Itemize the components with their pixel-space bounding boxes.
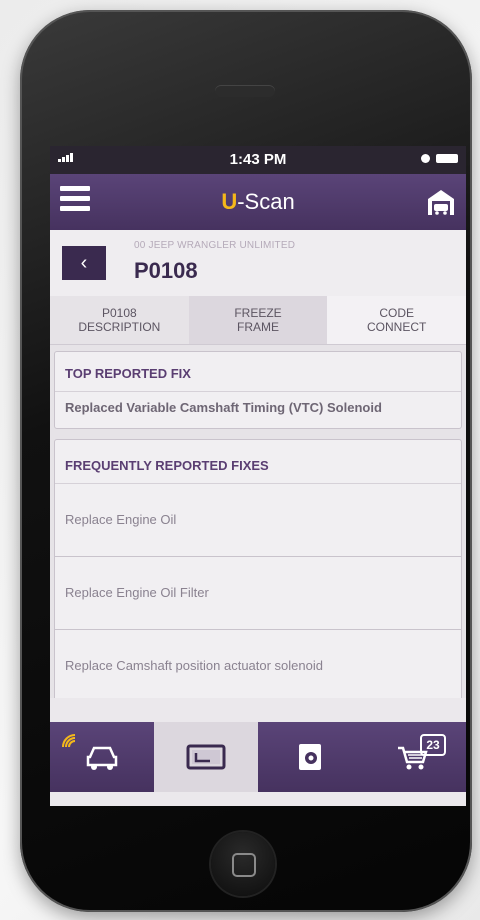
- speaker-grille: [215, 85, 275, 97]
- tab-bar: P0108 DESCRIPTION FREEZE FRAME CODE CONN…: [50, 296, 466, 345]
- phone-frame: 1:43 PM U-Scan ‹ 00 JEEP WRANGLER UNLIMI…: [20, 10, 472, 912]
- wireless-icon: [62, 734, 76, 748]
- app-title: U-Scan: [221, 189, 295, 214]
- frequent-fixes-title: FREQUENTLY REPORTED FIXES: [55, 440, 461, 484]
- vehicle-name: 00 JEEP WRANGLER UNLIMITED: [134, 240, 296, 251]
- nav-cart[interactable]: 23: [362, 722, 466, 792]
- screen: 1:43 PM U-Scan ‹ 00 JEEP WRANGLER UNLIMI…: [50, 146, 466, 806]
- top-fix-text: Replaced Variable Camshaft Timing (VTC) …: [65, 400, 382, 415]
- status-time: 1:43 PM: [229, 151, 287, 168]
- frequent-fixes-card: FREQUENTLY REPORTED FIXES Replace Engine…: [54, 439, 462, 698]
- top-fix-title: TOP REPORTED FIX: [55, 352, 461, 392]
- tab-freeze-frame[interactable]: FREEZE FRAME: [188, 296, 328, 344]
- location-icon: [421, 154, 430, 163]
- chevron-left-icon: ‹: [80, 252, 88, 274]
- nav-vehicle[interactable]: [50, 722, 154, 792]
- status-bar: 1:43 PM: [50, 146, 466, 174]
- nav-report[interactable]: [258, 722, 362, 792]
- trouble-code: P0108: [134, 258, 198, 283]
- app-bar: U-Scan: [50, 174, 466, 230]
- bottom-nav: 23: [50, 722, 466, 792]
- car-connect-icon: [86, 746, 118, 770]
- nav-scan-tool[interactable]: [154, 722, 258, 792]
- top-fix-card: TOP REPORTED FIX Replaced Variable Camsh…: [54, 351, 462, 429]
- main-content: ‹ 00 JEEP WRANGLER UNLIMITED P0108 P0108…: [50, 230, 466, 698]
- cart-count-badge: 23: [420, 734, 446, 756]
- report-icon: [299, 744, 321, 770]
- battery-icon: [436, 154, 458, 163]
- list-item[interactable]: Replace Engine Oil Filter: [55, 557, 461, 630]
- tab-code-connect[interactable]: CODE CONNECT: [327, 296, 466, 344]
- garage-icon[interactable]: [426, 187, 456, 217]
- home-button[interactable]: [211, 832, 275, 896]
- back-button[interactable]: ‹: [62, 246, 106, 280]
- list-item[interactable]: Replace Camshaft position actuator solen…: [55, 630, 461, 698]
- list-item[interactable]: Replace Engine Oil: [55, 484, 461, 557]
- code-header: ‹ 00 JEEP WRANGLER UNLIMITED P0108: [50, 230, 466, 296]
- scan-tool-icon: [186, 744, 226, 770]
- tab-description[interactable]: P0108 DESCRIPTION: [50, 296, 189, 344]
- home-icon: [232, 853, 256, 877]
